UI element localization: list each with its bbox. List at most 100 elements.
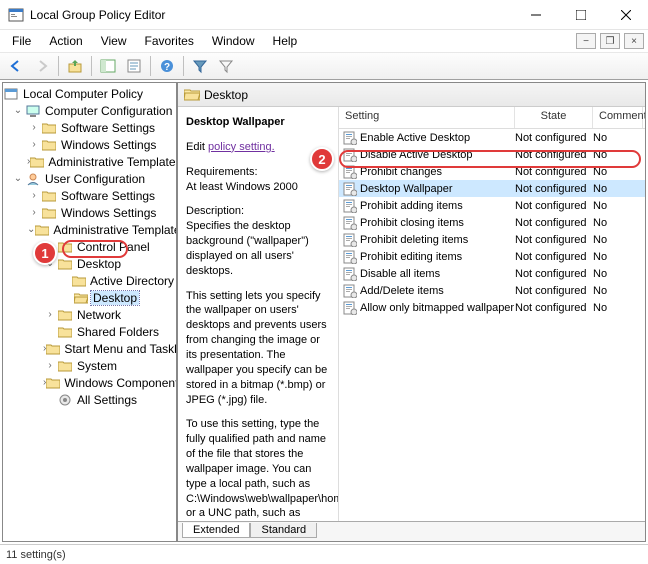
setting-comment: No — [593, 234, 638, 246]
collapse-icon[interactable]: ⌄ — [11, 173, 25, 184]
tree-desktop-selected[interactable]: Desktop — [3, 289, 176, 306]
setting-row[interactable]: Prohibit closing items Not configuredNo — [339, 214, 645, 231]
col-comment[interactable]: Comment — [593, 107, 643, 128]
collapse-icon[interactable]: ⌄ — [11, 105, 25, 116]
tree-item[interactable]: Shared Folders — [3, 323, 176, 340]
up-button[interactable] — [63, 54, 87, 78]
setting-row[interactable]: Allow only bitmapped wallpaperNot config… — [339, 299, 645, 316]
menu-help[interactable]: Help — [265, 32, 306, 50]
settings-list[interactable]: Setting State Comment Enable Active Desk… — [339, 107, 645, 521]
user-icon — [25, 172, 41, 186]
edit-policy-link[interactable]: policy setting. — [208, 141, 275, 153]
setting-name: Prohibit adding items — [360, 200, 463, 212]
mdi-close-button[interactable]: × — [624, 33, 644, 49]
folder-icon — [41, 206, 57, 220]
setting-name: Prohibit closing items — [360, 217, 464, 229]
menu-window[interactable]: Window — [204, 32, 263, 50]
policy-icon — [3, 87, 19, 101]
back-button[interactable] — [4, 54, 28, 78]
tree-item[interactable]: Active Directory — [3, 272, 176, 289]
app-icon — [8, 7, 24, 23]
tree-item[interactable]: ›Start Menu and Taskba — [3, 340, 176, 357]
folder-icon — [41, 189, 57, 203]
setting-state: Not configured — [515, 183, 593, 195]
tree-item[interactable]: ›Software Settings — [3, 187, 176, 204]
menu-file[interactable]: File — [4, 32, 39, 50]
setting-comment: No — [593, 251, 638, 263]
properties-button[interactable] — [122, 54, 146, 78]
minimize-button[interactable] — [513, 0, 558, 30]
folder-icon — [46, 376, 60, 390]
setting-state: Not configured — [515, 285, 593, 297]
tree-root[interactable]: Local Computer Policy — [3, 85, 176, 102]
setting-row[interactable]: Desktop WallpaperNot configuredNo — [339, 180, 645, 197]
folder-open-icon — [184, 88, 200, 102]
expand-icon[interactable]: › — [27, 207, 41, 218]
policy-item-icon — [343, 267, 357, 281]
col-state[interactable]: State — [515, 107, 593, 128]
tree-item[interactable]: ›Software Settings — [3, 119, 176, 136]
menu-view[interactable]: View — [93, 32, 135, 50]
setting-row[interactable]: Prohibit editing itemsNot configuredNo — [339, 248, 645, 265]
close-button[interactable] — [603, 0, 648, 30]
tree-user-config[interactable]: ⌄User Configuration — [3, 170, 176, 187]
setting-state: Not configured — [515, 302, 593, 314]
tree-desktop-parent[interactable]: ⌄Desktop — [3, 255, 176, 272]
collapse-icon[interactable]: ⌄ — [27, 224, 35, 235]
policy-item-icon — [343, 233, 357, 247]
folder-icon — [30, 155, 44, 169]
filter-options-button[interactable] — [214, 54, 238, 78]
tree-computer-config[interactable]: ⌄Computer Configuration — [3, 102, 176, 119]
tree-admin-templates[interactable]: ⌄Administrative Templates — [3, 221, 176, 238]
tree-item[interactable]: ›System — [3, 357, 176, 374]
folder-icon — [57, 359, 73, 373]
setting-state: Not configured — [515, 132, 593, 144]
folder-open-icon — [73, 291, 89, 305]
expand-icon[interactable]: › — [27, 190, 41, 201]
console-tree[interactable]: Local Computer Policy ⌄Computer Configur… — [2, 82, 177, 542]
setting-row[interactable]: Add/Delete itemsNot configuredNo — [339, 282, 645, 299]
help-button[interactable]: ? — [155, 54, 179, 78]
menu-favorites[interactable]: Favorites — [137, 32, 202, 50]
setting-state: Not configured — [515, 217, 593, 229]
setting-name: Prohibit changes — [360, 166, 442, 178]
setting-comment: No — [593, 217, 638, 229]
setting-row[interactable]: Prohibit adding itemsNot configuredNo — [339, 197, 645, 214]
setting-row[interactable]: Disable Active DesktopNot configuredNo — [339, 146, 645, 163]
setting-row[interactable]: Disable all items Not configuredNo — [339, 265, 645, 282]
setting-name: Disable all items — [360, 268, 440, 280]
status-text: 11 setting(s) — [6, 549, 66, 561]
mdi-restore-button[interactable]: ❐ — [600, 33, 620, 49]
list-header: Setting State Comment — [339, 107, 645, 129]
view-tabs: Extended Standard — [178, 521, 645, 541]
setting-state: Not configured — [515, 268, 593, 280]
expand-icon[interactable]: › — [27, 122, 41, 133]
tree-item[interactable]: ›Windows Settings — [3, 204, 176, 221]
tree-item[interactable]: ›Control Panel — [3, 238, 176, 255]
menu-action[interactable]: Action — [41, 32, 90, 50]
tree-item[interactable]: ›Network — [3, 306, 176, 323]
show-hide-tree-button[interactable] — [96, 54, 120, 78]
filter-button[interactable] — [188, 54, 212, 78]
policy-item-icon — [343, 182, 357, 196]
setting-state: Not configured — [515, 166, 593, 178]
col-setting[interactable]: Setting — [339, 107, 515, 128]
tree-item[interactable]: ›Administrative Templates — [3, 153, 176, 170]
setting-row[interactable]: Enable Active DesktopNot configuredNo — [339, 129, 645, 146]
mdi-minimize-button[interactable]: − — [576, 33, 596, 49]
tree-all-settings[interactable]: All Settings — [3, 391, 176, 408]
tree-item[interactable]: ›Windows Components — [3, 374, 176, 391]
setting-state: Not configured — [515, 251, 593, 263]
setting-row[interactable]: Prohibit changesNot configuredNo — [339, 163, 645, 180]
folder-icon — [41, 138, 57, 152]
forward-button[interactable] — [30, 54, 54, 78]
tab-standard[interactable]: Standard — [250, 523, 317, 538]
maximize-button[interactable] — [558, 0, 603, 30]
expand-icon[interactable]: › — [43, 309, 57, 320]
tab-extended[interactable]: Extended — [182, 523, 250, 538]
expand-icon[interactable]: › — [27, 139, 41, 150]
setting-row[interactable]: Prohibit deleting itemsNot configuredNo — [339, 231, 645, 248]
expand-icon[interactable]: › — [43, 360, 57, 371]
tree-item[interactable]: ›Windows Settings — [3, 136, 176, 153]
setting-comment: No — [593, 268, 638, 280]
